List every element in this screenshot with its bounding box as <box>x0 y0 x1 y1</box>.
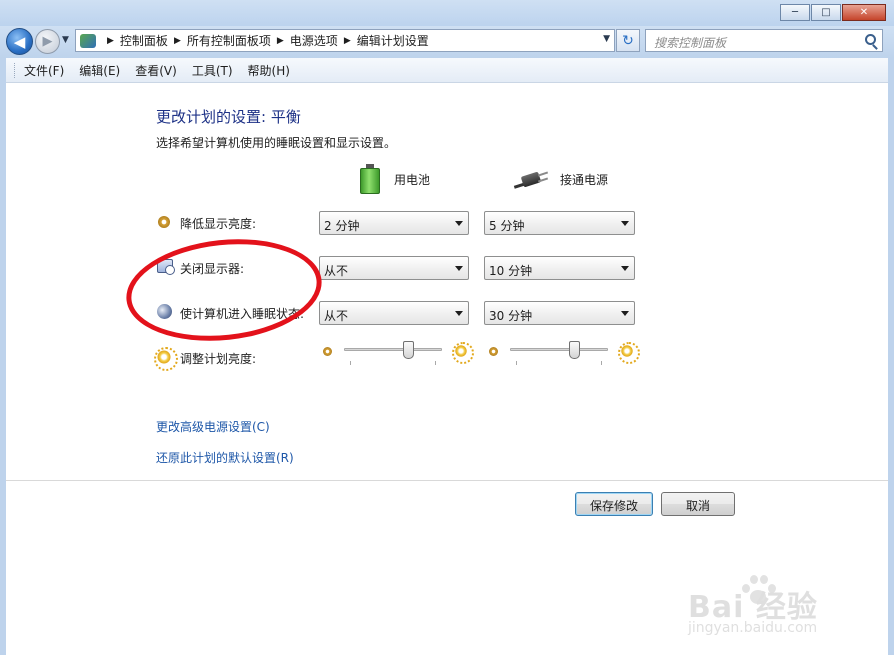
chevron-right-icon[interactable]: ▶ <box>107 36 114 46</box>
brightness-sun-icon <box>154 347 178 371</box>
menu-edit[interactable]: 编辑(E) <box>79 62 120 79</box>
address-bar[interactable]: ▶ 控制面板 ▶ 所有控制面板项 ▶ 电源选项 ▶ 编辑计划设置 ▼ <box>75 29 615 52</box>
brightness-plugged-slider[interactable] <box>569 341 581 359</box>
window-titlebar: ─ □ ✕ <box>0 0 894 26</box>
breadcrumb-edit-plan[interactable]: 编辑计划设置 <box>357 32 429 49</box>
search-icon[interactable] <box>865 34 876 45</box>
navigation-bar: ◀ ▶ ▼ ▶ 控制面板 ▶ 所有控制面板项 ▶ 电源选项 ▶ 编辑计划设置 ▼… <box>0 26 894 58</box>
brightness-plugged-slider-track[interactable] <box>510 348 608 351</box>
menu-grip <box>14 62 16 78</box>
dim-display-plugged-value: 5 分钟 <box>489 219 525 233</box>
dim-display-plugged-select[interactable]: 5 分钟 <box>484 211 635 235</box>
dropdown-arrow-icon <box>455 221 463 226</box>
address-history-dropdown[interactable]: ▼ <box>603 34 610 44</box>
save-changes-button[interactable]: 保存修改 <box>575 492 653 516</box>
refresh-icon: ↻ <box>622 32 634 49</box>
minimize-button[interactable]: ─ <box>780 4 810 21</box>
divider <box>6 480 888 481</box>
column-header-plugged-in: 接通电源 <box>513 168 609 190</box>
red-annotation-circle <box>121 230 327 350</box>
cancel-button[interactable]: 取消 <box>661 492 735 516</box>
low-brightness-icon <box>323 347 332 356</box>
back-button[interactable]: ◀ <box>6 28 33 55</box>
slider-ticks <box>350 361 436 365</box>
watermark-url: jingyan.baidu.com <box>688 620 818 636</box>
dropdown-arrow-icon <box>455 311 463 316</box>
window-right-border <box>888 58 894 655</box>
column-label-plugged-in: 接通电源 <box>560 172 609 187</box>
sleep-battery-value: 从不 <box>324 309 349 323</box>
recent-pages-dropdown[interactable]: ▼ <box>62 35 69 45</box>
close-button[interactable]: ✕ <box>842 4 886 21</box>
window-controls: ─ □ ✕ <box>780 4 886 21</box>
dropdown-arrow-icon <box>621 311 629 316</box>
page-subtitle: 选择希望计算机使用的睡眠设置和显示设置。 <box>156 136 397 150</box>
dropdown-arrow-icon <box>621 221 629 226</box>
turn-off-display-battery-select[interactable]: 从不 <box>319 256 469 280</box>
brightness-battery-slider-track[interactable] <box>344 348 442 351</box>
high-brightness-icon <box>452 342 474 364</box>
dim-brightness-icon <box>158 216 170 228</box>
power-plug-icon <box>513 168 550 190</box>
baidu-watermark: Bai 经验 jingyan.baidu.com <box>688 572 863 642</box>
column-label-battery: 用电池 <box>394 172 431 187</box>
menu-tools[interactable]: 工具(T) <box>192 62 233 79</box>
battery-icon <box>360 164 380 194</box>
page-title: 更改计划的设置: 平衡 <box>156 108 301 126</box>
chevron-right-icon[interactable]: ▶ <box>344 36 351 46</box>
forward-arrow-icon: ▶ <box>42 34 53 49</box>
dropdown-arrow-icon <box>621 266 629 271</box>
turn-off-display-battery-value: 从不 <box>324 264 349 278</box>
forward-button[interactable]: ▶ <box>35 29 60 54</box>
breadcrumb-control-panel[interactable]: 控制面板 <box>120 32 168 49</box>
chevron-right-icon[interactable]: ▶ <box>174 36 181 46</box>
control-panel-icon <box>80 33 96 48</box>
dim-display-battery-select[interactable]: 2 分钟 <box>319 211 469 235</box>
search-input[interactable]: 搜索控制面板 <box>645 29 883 52</box>
maximize-button[interactable]: □ <box>811 4 841 21</box>
turn-off-display-plugged-select[interactable]: 10 分钟 <box>484 256 635 280</box>
refresh-button[interactable]: ↻ <box>616 29 640 52</box>
back-arrow-icon: ◀ <box>13 32 26 51</box>
dropdown-arrow-icon <box>455 266 463 271</box>
turn-off-display-plugged-value: 10 分钟 <box>489 264 533 278</box>
menu-file[interactable]: 文件(F) <box>24 62 64 79</box>
column-header-battery: 用电池 <box>360 164 430 194</box>
low-brightness-icon <box>489 347 498 356</box>
sleep-plugged-value: 30 分钟 <box>489 309 533 323</box>
menu-view[interactable]: 查看(V) <box>135 62 177 79</box>
menu-bar: 文件(F) 编辑(E) 查看(V) 工具(T) 帮助(H) <box>6 58 888 83</box>
sleep-battery-select[interactable]: 从不 <box>319 301 469 325</box>
sleep-plugged-select[interactable]: 30 分钟 <box>484 301 635 325</box>
restore-defaults-link[interactable]: 还原此计划的默认设置(R) <box>156 449 294 466</box>
breadcrumb-all-items[interactable]: 所有控制面板项 <box>187 32 271 49</box>
dim-display-label: 降低显示亮度: <box>180 217 257 231</box>
breadcrumb-power-options[interactable]: 电源选项 <box>290 32 338 49</box>
high-brightness-icon <box>618 342 640 364</box>
advanced-power-settings-link[interactable]: 更改高级电源设置(C) <box>156 418 270 435</box>
window-left-border <box>0 58 6 655</box>
search-placeholder: 搜索控制面板 <box>654 36 727 50</box>
brightness-label: 调整计划亮度: <box>180 352 257 366</box>
brightness-battery-slider[interactable] <box>403 341 415 359</box>
dim-display-battery-value: 2 分钟 <box>324 219 360 233</box>
chevron-right-icon[interactable]: ▶ <box>277 36 284 46</box>
slider-ticks <box>516 361 602 365</box>
menu-help[interactable]: 帮助(H) <box>248 62 290 79</box>
